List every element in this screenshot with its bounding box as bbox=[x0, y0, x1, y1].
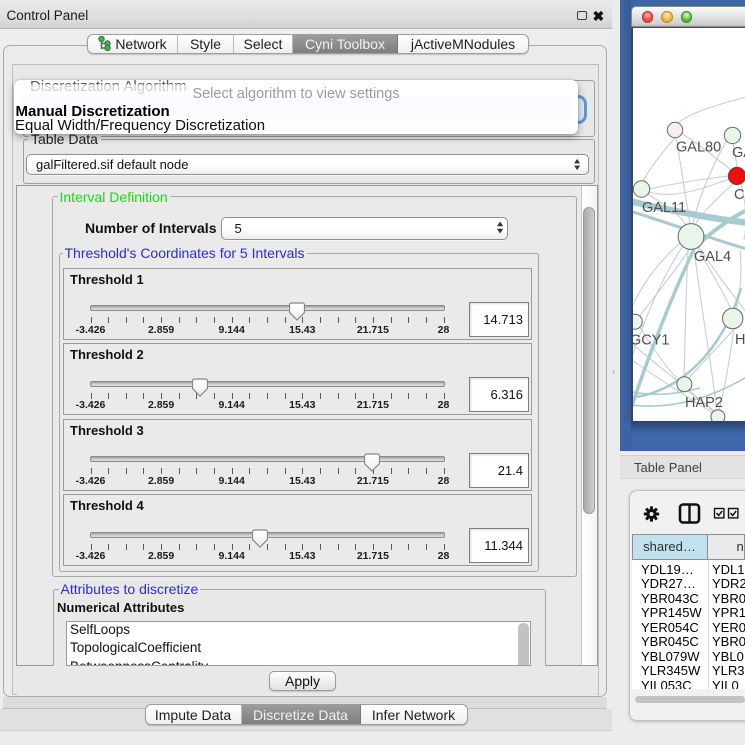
svg-text:GA: GA bbox=[732, 145, 745, 161]
svg-text:GCY1: GCY1 bbox=[631, 333, 670, 349]
svg-text:GAL4: GAL4 bbox=[694, 249, 731, 265]
svg-text:GAL11: GAL11 bbox=[642, 200, 686, 216]
svg-text:HAP2: HAP2 bbox=[685, 395, 723, 411]
svg-text:GAL80: GAL80 bbox=[676, 140, 721, 156]
svg-text:C: C bbox=[734, 187, 744, 203]
svg-text:H: H bbox=[735, 332, 745, 348]
